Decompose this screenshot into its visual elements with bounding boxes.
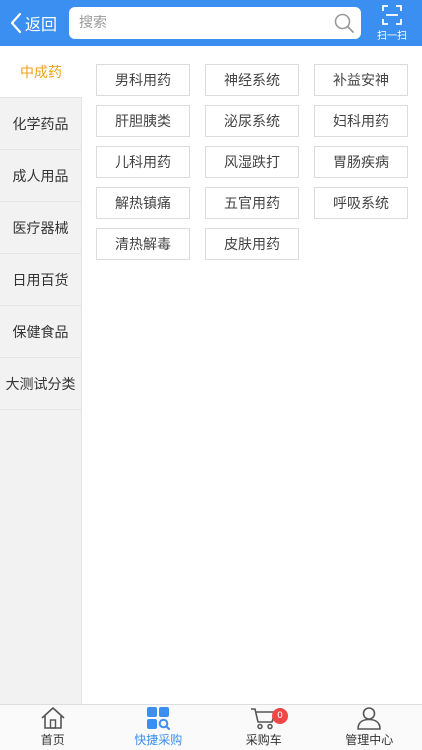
search-box [69,7,361,39]
top-bar: 返回 扫一扫 [0,0,422,46]
subcategory-grid: 男科用药 神经系统 补益安神 肝胆胰类 泌尿系统 妇科用药 儿科用药 风湿跌打 … [96,64,408,260]
subcategory-panel: 男科用药 神经系统 补益安神 肝胆胰类 泌尿系统 妇科用药 儿科用药 风湿跌打 … [82,46,422,704]
sidebar-item-0[interactable]: 中成药 [0,46,82,98]
nav-label: 管理中心 [345,733,394,747]
nav-label: 首页 [40,733,65,747]
subcategory-tag[interactable]: 泌尿系统 [205,105,299,137]
search-input[interactable] [69,8,324,38]
sidebar-item-5[interactable]: 保健食品 [0,306,81,358]
subcategory-tag[interactable]: 神经系统 [205,64,299,96]
sidebar-item-1[interactable]: 化学药品 [0,98,81,150]
sidebar-item-4[interactable]: 日用百货 [0,254,81,306]
chevron-left-icon [10,12,22,34]
back-label: 返回 [25,15,58,34]
search-icon[interactable] [334,13,354,33]
nav-label: 采购车 [245,733,282,747]
nav-home[interactable]: 首页 [0,705,106,750]
subcategory-tag[interactable]: 补益安神 [314,64,408,96]
subcategory-tag[interactable]: 解热镇痛 [96,187,190,219]
subcategory-tag[interactable]: 男科用药 [96,64,190,96]
sidebar-item-6[interactable]: 大测试分类 [0,358,81,410]
subcategory-tag[interactable]: 风湿跌打 [205,146,299,178]
nav-quick-purchase[interactable]: 快捷采购 [106,705,212,750]
user-icon [357,707,382,730]
scan-label: 扫一扫 [377,30,407,42]
subcategory-tag[interactable]: 妇科用药 [314,105,408,137]
bottom-nav: 首页 快捷采购 0 采购车 管理中心 [0,704,422,750]
subcategory-tag[interactable]: 肝胆胰类 [96,105,190,137]
back-button[interactable]: 返回 [0,0,66,46]
nav-cart[interactable]: 0 采购车 [211,705,317,750]
scan-button[interactable]: 扫一扫 [362,0,422,46]
quick-purchase-icon [147,707,171,730]
subcategory-tag[interactable]: 呼吸系统 [314,187,408,219]
cart-badge: 0 [272,708,288,724]
sidebar-item-2[interactable]: 成人用品 [0,150,81,202]
nav-label: 快捷采购 [134,733,183,747]
subcategory-tag[interactable]: 五官用药 [205,187,299,219]
home-icon [41,707,65,729]
scan-icon [382,4,402,25]
nav-management[interactable]: 管理中心 [317,705,422,750]
subcategory-tag[interactable]: 清热解毒 [96,228,190,260]
category-sidebar: 中成药 化学药品 成人用品 医疗器械 日用百货 保健食品 大测试分类 [0,46,82,704]
subcategory-tag[interactable]: 胃肠疾病 [314,146,408,178]
subcategory-tag[interactable]: 儿科用药 [96,146,190,178]
sidebar-item-3[interactable]: 医疗器械 [0,202,81,254]
subcategory-tag[interactable]: 皮肤用药 [205,228,299,260]
